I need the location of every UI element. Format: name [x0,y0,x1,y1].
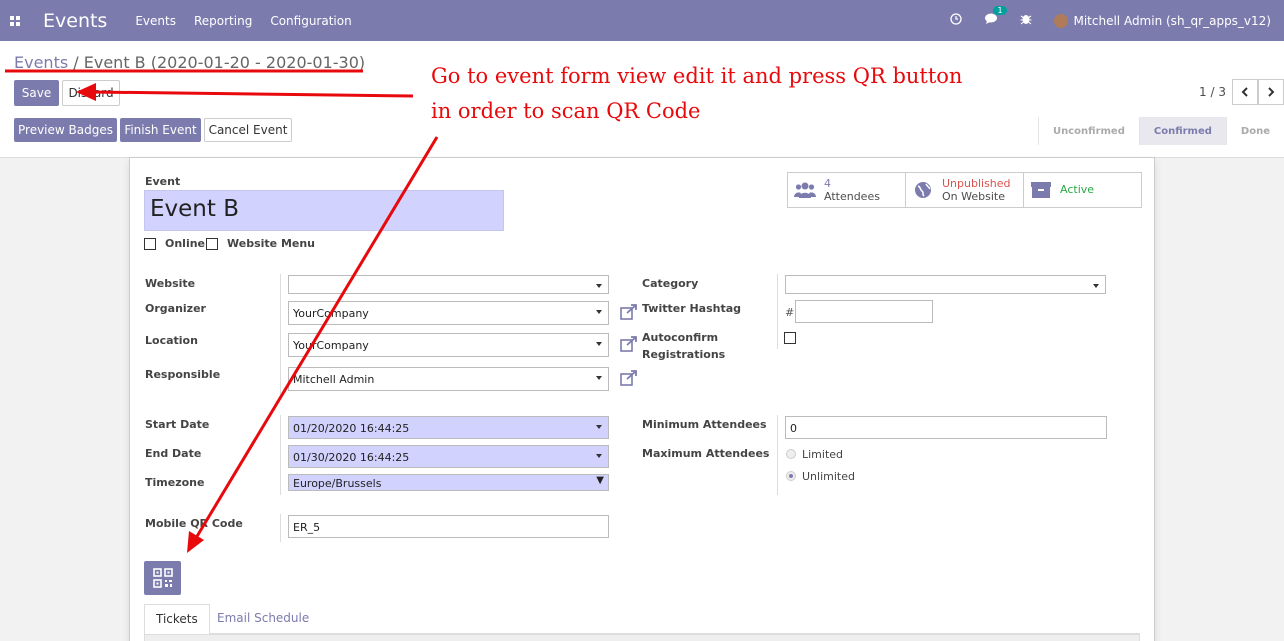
published-label: On Website [942,190,1005,203]
timezone-value: Europe/Brussels [293,477,382,490]
event-name-input[interactable]: Event B [144,190,504,231]
tab-email-schedule[interactable]: Email Schedule [206,604,320,635]
annotation-line-2: in order to scan QR Code [431,99,701,123]
column-divider [280,415,281,495]
app-title: Events [43,9,108,32]
archive-icon [1031,182,1051,198]
location-label: Location [145,334,198,347]
apps-menu-icon[interactable] [0,15,30,26]
status-done[interactable]: Done [1225,117,1284,145]
external-link-icon[interactable] [620,304,638,320]
pager-next-button[interactable] [1258,79,1284,105]
unlimited-radio[interactable] [786,471,796,481]
column-divider [777,415,778,495]
website-menu-label: Website Menu [227,237,316,250]
attendees-label: Attendees [824,190,880,203]
column-divider [777,274,778,349]
qr-scan-button[interactable] [144,561,181,595]
status-confirmed[interactable]: Confirmed [1138,117,1226,145]
end-date-input[interactable]: 01/30/2020 16:44:25 [288,445,609,468]
start-date-label: Start Date [145,418,210,431]
category-label: Category [642,277,699,290]
external-link-icon[interactable] [620,336,638,352]
chat-badge: 1 [993,5,1007,15]
active-label: Active [1060,183,1095,197]
website-label: Website [145,277,196,290]
user-avatar[interactable] [1054,13,1069,28]
website-menu-checkbox[interactable] [206,238,218,250]
pager-value[interactable]: 1 / 3 [1199,85,1226,99]
breadcrumb-events-link[interactable]: Events [14,53,68,72]
twitter-hashtag-label: Twitter Hashtag [642,302,742,315]
breadcrumb: Events / Event B (2020-01-20 - 2020-01-3… [14,53,365,72]
preview-badges-button[interactable]: Preview Badges [14,118,117,142]
limited-label: Limited [802,448,844,461]
limited-radio[interactable] [786,449,796,459]
mobile-qr-code-label: Mobile QR Code [145,517,243,530]
responsible-select[interactable]: Mitchell Admin [288,367,609,391]
status-unconfirmed[interactable]: Unconfirmed [1038,117,1139,145]
location-select[interactable]: YourCompany [288,333,609,357]
notebook-tabs: Tickets Email Schedule [144,604,1140,635]
autoconfirm-label: Autoconfirm [642,331,719,344]
breadcrumb-separator: / [73,53,79,72]
column-divider [280,514,281,542]
pager: 1 / 3 [1199,79,1284,105]
unlimited-label: Unlimited [802,470,855,483]
min-attendees-input[interactable]: 0 [785,416,1107,439]
autoconfirm-label-line2: Registrations [642,348,726,361]
timezone-label: Timezone [145,476,205,489]
menu-configuration[interactable]: Configuration [270,14,351,28]
published-state: Unpublished [942,176,1011,190]
column-divider [280,274,281,394]
max-attendees-label: Maximum Attendees [642,447,770,460]
website-select[interactable] [288,275,609,294]
category-select[interactable] [785,275,1106,294]
qrcode-icon [152,568,173,588]
user-menu[interactable]: Mitchell Admin (sh_qr_apps_v12) [1073,14,1271,28]
event-label: Event [145,175,181,188]
clock-icon[interactable] [950,12,963,29]
timezone-select[interactable]: Europe/Brussels ▼ [288,474,609,491]
hashtag-prefix: # [785,306,795,319]
attendees-count: 4 [824,176,831,190]
smart-buttons: 4 Attendees Unpublished On Website Activ… [787,172,1142,208]
form-sheet: Event Event B Online Website Menu 4 Atte… [129,157,1155,641]
caret-down-icon: ▼ [596,475,604,486]
pager-previous-button[interactable] [1232,79,1258,105]
autoconfirm-checkbox[interactable] [784,332,796,344]
users-icon [794,182,816,198]
discard-button[interactable]: Discard [62,80,120,106]
menu-events[interactable]: Events [135,14,176,28]
organizer-select[interactable]: YourCompany [288,301,609,325]
mobile-qr-code-input[interactable]: ER_5 [288,515,609,538]
end-date-label: End Date [145,447,202,460]
responsible-label: Responsible [145,368,221,381]
finish-event-button[interactable]: Finish Event [120,118,201,142]
online-label: Online [165,237,206,250]
statusbar: Unconfirmed Confirmed Done [1038,117,1284,145]
twitter-hashtag-input[interactable] [795,300,933,323]
chevron-right-icon [1268,87,1275,97]
active-toggle-button[interactable]: Active [1024,173,1141,207]
organizer-label: Organizer [145,302,206,315]
min-attendees-label: Minimum Attendees [642,418,767,431]
external-link-icon[interactable] [620,370,638,386]
tickets-table-header [144,634,1140,641]
chevron-left-icon [1241,87,1248,97]
website-publish-button[interactable]: Unpublished On Website [906,173,1024,207]
globe-icon [915,182,931,198]
online-checkbox[interactable] [144,238,156,250]
save-button[interactable]: Save [14,80,59,106]
chat-icon[interactable]: 1 [984,5,1007,29]
attendees-smart-button[interactable]: 4 Attendees [788,173,906,207]
bug-icon[interactable] [1020,12,1032,29]
menu-reporting[interactable]: Reporting [194,14,252,28]
breadcrumb-current: Event B (2020-01-20 - 2020-01-30) [83,53,366,72]
start-date-input[interactable]: 01/20/2020 16:44:25 [288,416,609,439]
annotation-line-1: Go to event form view edit it and press … [431,64,963,88]
top-navbar: Events Events Reporting Configuration 1 … [0,0,1284,41]
cancel-event-button[interactable]: Cancel Event [204,118,292,142]
tab-tickets[interactable]: Tickets [144,604,210,635]
